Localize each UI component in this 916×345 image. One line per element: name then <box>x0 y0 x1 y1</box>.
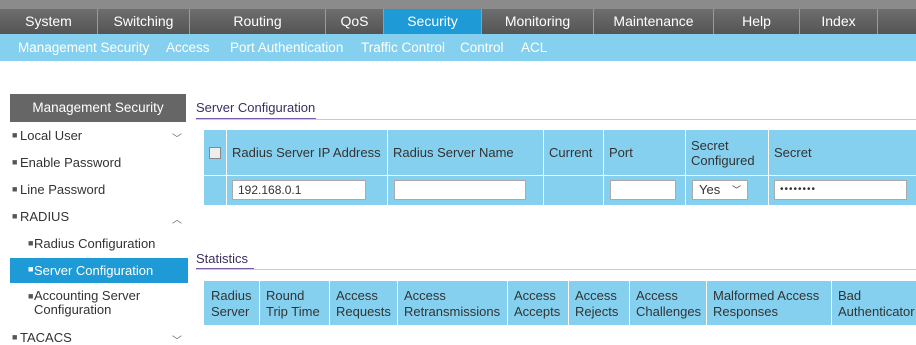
subtab-management-security[interactable]: Management Security <box>18 34 149 61</box>
subtab-control[interactable]: Control <box>460 34 504 61</box>
sidebar-item-radius-configuration[interactable]: ■ Radius Configuration <box>10 236 188 256</box>
section-title-statistics: Statistics <box>196 251 249 266</box>
bullet-icon: ■ <box>12 157 18 167</box>
section-title-server-configuration: Server Configuration <box>196 100 316 115</box>
statistics-table: Radius Server Round Trip Time Access Reques… <box>204 281 916 325</box>
tab-security[interactable]: Security <box>384 9 482 34</box>
section-rule-light <box>196 119 916 120</box>
chevron-down-icon[interactable]: ﹀ <box>172 332 182 345</box>
chevron-down-icon: ﹀ <box>731 185 741 195</box>
bullet-icon: ■ <box>12 130 18 140</box>
ip-address-input[interactable]: 192.168.0.1 <box>232 180 366 200</box>
col-header-bad-authenticator: Bad Authenticator <box>838 288 915 319</box>
sidebar-item-line-password[interactable]: ■ Line Password <box>10 182 188 202</box>
col-header-access-challenges: Access Challenges <box>636 288 702 319</box>
tab-maintenance[interactable]: Maintenance <box>594 9 714 34</box>
col-header-access-retransmissions: Access Retransmissions <box>404 288 501 319</box>
col-header-access-accepts: Access Accepts <box>514 288 561 319</box>
sidebar-item-tacacs[interactable]: ■ TACACS ﹀ <box>10 330 188 345</box>
col-header-radius-server: Radius Server <box>211 288 252 319</box>
tab-monitoring[interactable]: Monitoring <box>482 9 594 34</box>
chevron-up-icon[interactable]: ︿ <box>172 211 182 226</box>
sidebar-title: Management Security <box>10 94 186 122</box>
tab-switching[interactable]: Switching <box>98 9 190 34</box>
secret-configured-select[interactable]: Yes ﹀ <box>692 180 748 200</box>
sidebar-item-local-user[interactable]: ■ Local User ﹀ <box>10 128 188 148</box>
sidebar: Management Security <box>10 94 188 122</box>
col-header-access-requests: Access Requests <box>336 288 391 319</box>
bullet-icon: ■ <box>12 211 18 221</box>
col-header-round-trip-time: Round Trip Time <box>266 288 320 319</box>
sidebar-item-server-configuration[interactable]: ■ Server Configuration <box>10 258 188 283</box>
bullet-icon: ■ <box>12 332 18 342</box>
tab-blank <box>878 9 916 34</box>
tab-system[interactable]: System <box>0 9 98 34</box>
col-header-secret: Secret <box>774 145 812 160</box>
subtab-port-authentication[interactable]: Port Authentication <box>230 34 343 61</box>
select-all-checkbox[interactable] <box>209 147 221 159</box>
tab-help[interactable]: Help <box>714 9 800 34</box>
sidebar-item-radius[interactable]: ■ RADIUS ︿ <box>10 209 188 229</box>
tab-qos[interactable]: QoS <box>326 9 384 34</box>
col-header-secret-configured: Secret Configured <box>691 137 755 168</box>
col-header-current: Current <box>549 145 593 160</box>
top-nav: System Switching Routing QoS Security Mo… <box>0 0 916 34</box>
section-rule-light <box>196 269 916 270</box>
chevron-down-icon[interactable]: ﹀ <box>172 130 182 145</box>
server-config-table: Radius Server IP Address Radius Server N… <box>204 130 916 205</box>
sidebar-item-accounting-server-configuration[interactable]: ■ Accounting Server Configuration <box>10 289 188 319</box>
tab-routing[interactable]: Routing <box>190 9 326 34</box>
col-header-port: Port <box>609 145 633 160</box>
col-header-name: Radius Server Name <box>393 145 514 160</box>
subtab-acl[interactable]: ACL <box>521 34 547 61</box>
bullet-icon: ■ <box>12 184 18 194</box>
bullet-icon: ■ <box>28 238 34 248</box>
server-name-input[interactable] <box>394 180 526 200</box>
subtab-access[interactable]: Access <box>166 34 210 61</box>
bullet-icon: ■ <box>28 264 34 274</box>
col-header-malformed-access-responses: Malformed Access Responses <box>713 288 820 319</box>
subtab-traffic-control[interactable]: Traffic Control <box>361 34 445 61</box>
col-header-access-rejects: Access Rejects <box>575 288 619 319</box>
port-input[interactable] <box>610 180 676 200</box>
sub-nav: Management Security Access Port Authenti… <box>0 34 916 61</box>
bullet-icon: ■ <box>28 291 34 301</box>
sidebar-item-enable-password[interactable]: ■ Enable Password <box>10 155 188 175</box>
secret-input[interactable]: •••••••• <box>774 180 907 200</box>
col-header-ip: Radius Server IP Address <box>232 145 381 160</box>
tab-index[interactable]: Index <box>800 9 878 34</box>
